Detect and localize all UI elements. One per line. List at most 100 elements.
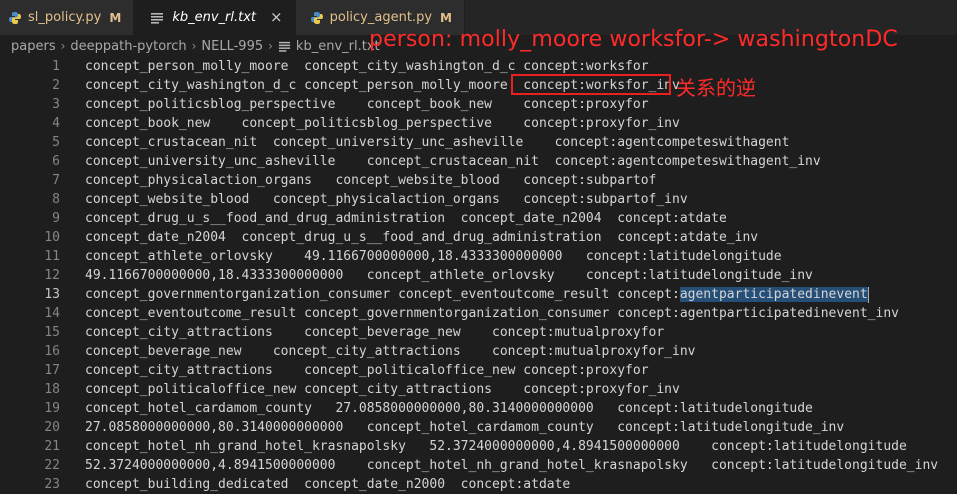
line-text: concept_hotel_cardamom_county 27.0858000… — [85, 399, 813, 418]
line-text: concept_building_dedicated concept_date_… — [85, 475, 570, 494]
line-number: 10 — [44, 230, 60, 245]
line-number: 7 — [52, 173, 60, 188]
line-text-content: concept_hotel_nh_grand_hotel_krasnapolsk… — [85, 439, 907, 454]
tab-sl-policy[interactable]: sl_policy.py M — [0, 0, 135, 35]
code-line[interactable]: 9 concept_drug_u_s__food_and_drug_adminis… — [0, 209, 957, 228]
line-text: 27.0858000000000,80.3140000000000 concep… — [85, 418, 844, 437]
chevron-right-icon: › — [191, 39, 197, 53]
line-text-content: concept_governmentorganization_consumer … — [85, 287, 680, 302]
line-number: 23 — [44, 477, 60, 492]
text-file-icon — [278, 40, 291, 53]
close-icon[interactable]: × — [270, 10, 283, 25]
line-text-content: concept_website_blood concept_physicalac… — [85, 192, 688, 207]
line-number: 6 — [52, 154, 60, 169]
editor[interactable]: 1 concept_person_molly_moore concept_city… — [0, 57, 957, 494]
line-number: 17 — [44, 363, 60, 378]
annotation-inverse: 关系的逆 — [676, 76, 756, 100]
line-text-content: concept_hotel_cardamom_county 27.0858000… — [85, 401, 813, 416]
line-number: 12 — [44, 268, 60, 283]
code-line[interactable]: 19 concept_hotel_cardamom_county 27.08580… — [0, 399, 957, 418]
line-text-content: concept_building_dedicated concept_date_… — [85, 477, 571, 492]
line-text: 52.3724000000000,4.8941500000000 concept… — [85, 456, 938, 475]
code-line[interactable]: 22 52.3724000000000,4.8941500000000 conce… — [0, 456, 957, 475]
line-number: 8 — [52, 192, 60, 207]
line-text-content: 52.3724000000000,4.8941500000000 concept… — [85, 458, 939, 473]
line-text: concept_beverage_new concept_city_attrac… — [85, 342, 695, 361]
code-line[interactable]: 20 27.0858000000000,80.3140000000000 conc… — [0, 418, 957, 437]
line-number: 22 — [44, 458, 60, 473]
chevron-right-icon: › — [60, 39, 66, 53]
line-text-content: concept_university_unc_asheville concept… — [85, 154, 821, 169]
breadcrumb-papers[interactable]: papers — [11, 39, 56, 54]
breadcrumb-deeppath[interactable]: deeppath-pytorch — [70, 39, 186, 54]
line-text: concept_governmentorganization_consumer … — [85, 285, 869, 304]
line-text-content: concept_athlete_orlovsky 49.116670000000… — [85, 249, 782, 264]
tab-kb-env-rl[interactable]: kb_env_rl.txt × — [134, 0, 296, 35]
line-text: 49.1166700000000,18.4333300000000 concep… — [85, 266, 813, 285]
text-cursor — [867, 286, 869, 303]
code-line[interactable]: 8 concept_website_blood concept_physicala… — [0, 190, 957, 209]
annotation-top: person: molly_moore worksfor-> washingto… — [369, 27, 898, 52]
line-text-content: concept_beverage_new concept_city_attrac… — [85, 344, 696, 359]
line-number: 1 — [52, 59, 60, 74]
code-line[interactable]: 16 concept_beverage_new concept_city_attr… — [0, 342, 957, 361]
line-text-content: concept_city_attractions concept_politic… — [85, 363, 649, 378]
line-text-content: concept_date_n2004 concept_drug_u_s__foo… — [85, 230, 759, 245]
line-text: concept_city_attractions concept_politic… — [85, 361, 649, 380]
line-text-content: concept_physicalaction_organs concept_we… — [85, 173, 657, 188]
breadcrumb-file[interactable]: kb_env_rl.txt — [296, 39, 380, 54]
tab-label: kb_env_rl.txt — [172, 10, 257, 25]
tab-label: policy_agent.py — [329, 10, 433, 25]
line-text: concept_university_unc_asheville concept… — [85, 152, 821, 171]
text-file-icon — [150, 11, 164, 25]
code-line[interactable]: 1 concept_person_molly_moore concept_city… — [0, 57, 957, 76]
line-text-content: concept_drug_u_s__food_and_drug_administ… — [85, 211, 727, 226]
line-text: concept_date_n2004 concept_drug_u_s__foo… — [85, 228, 758, 247]
code-line[interactable]: 11 concept_athlete_orlovsky 49.1166700000… — [0, 247, 957, 266]
code-line[interactable]: 2 concept_city_washington_d_c concept_per… — [0, 76, 957, 95]
line-number: 21 — [44, 439, 60, 454]
code-line[interactable]: 5 concept_crustacean_nit concept_universi… — [0, 133, 957, 152]
line-number: 9 — [52, 211, 60, 226]
line-text-content: concept_politicsblog_perspective concept… — [85, 97, 649, 112]
selected-text: agentparticipatedinevent — [679, 287, 868, 302]
line-text-content: concept_eventoutcome_result concept_gove… — [85, 306, 899, 321]
chevron-right-icon: › — [268, 39, 273, 53]
code-line[interactable]: 15 concept_city_attractions concept_bever… — [0, 323, 957, 342]
line-number: 19 — [44, 401, 60, 416]
code-line[interactable]: 21 concept_hotel_nh_grand_hotel_krasnapol… — [0, 437, 957, 456]
line-text-content: concept_politicaloffice_new concept_city… — [85, 382, 680, 397]
line-number: 5 — [52, 135, 60, 150]
code-line[interactable]: 23 concept_building_dedicated concept_dat… — [0, 475, 957, 494]
line-text-content: concept_crustacean_nit concept_universit… — [85, 135, 790, 150]
line-text: concept_city_attractions concept_beverag… — [85, 323, 664, 342]
line-text: concept_athlete_orlovsky 49.116670000000… — [85, 247, 782, 266]
tab-label: sl_policy.py — [28, 10, 102, 25]
python-icon — [8, 11, 22, 25]
line-number: 14 — [44, 306, 60, 321]
python-icon — [310, 11, 324, 25]
modified-badge: M — [440, 10, 452, 25]
line-text-content: 27.0858000000000,80.3140000000000 concep… — [85, 420, 845, 435]
code-line[interactable]: 7 concept_physicalaction_organs concept_w… — [0, 171, 957, 190]
line-number: 15 — [44, 325, 60, 340]
code-line[interactable]: 10 concept_date_n2004 concept_drug_u_s__f… — [0, 228, 957, 247]
line-text-content: concept_person_molly_moore concept_city_… — [85, 59, 649, 74]
code-line[interactable]: 18 concept_politicaloffice_new concept_ci… — [0, 380, 957, 399]
breadcrumb-nell[interactable]: NELL-995 — [201, 39, 263, 54]
line-text-content: concept_city_attractions concept_beverag… — [85, 325, 665, 340]
line-text-content: 49.1166700000000,18.4333300000000 concep… — [85, 268, 813, 283]
line-text: concept_drug_u_s__food_and_drug_administ… — [85, 209, 727, 228]
code-line[interactable]: 17 concept_city_attractions concept_polit… — [0, 361, 957, 380]
code-line[interactable]: 13 concept_governmentorganization_consume… — [0, 285, 957, 304]
highlight-box — [511, 74, 671, 95]
line-number: 4 — [52, 116, 60, 131]
line-number: 3 — [52, 97, 60, 112]
line-text-content: concept_book_new concept_politicsblog_pe… — [85, 116, 680, 131]
code-line[interactable]: 4 concept_book_new concept_politicsblog_p… — [0, 114, 957, 133]
code-line[interactable]: 6 concept_university_unc_asheville concep… — [0, 152, 957, 171]
code-line[interactable]: 12 49.1166700000000,18.4333300000000 conc… — [0, 266, 957, 285]
line-number: 18 — [44, 382, 60, 397]
code-line[interactable]: 3 concept_politicsblog_perspective concep… — [0, 95, 957, 114]
code-line[interactable]: 14 concept_eventoutcome_result concept_go… — [0, 304, 957, 323]
